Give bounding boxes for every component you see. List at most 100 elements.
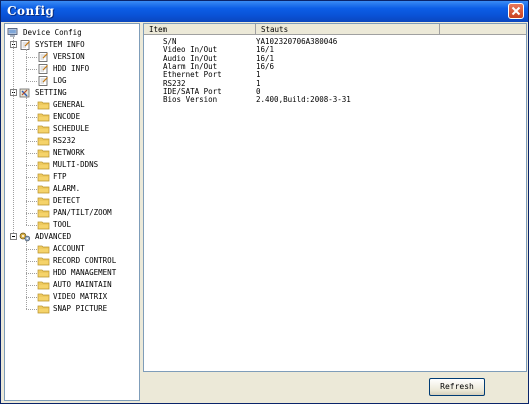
document-icon: [37, 64, 51, 74]
tree-connector: [26, 129, 37, 130]
tree-item-label: RS232: [53, 136, 76, 145]
column-header-item[interactable]: Item: [144, 24, 256, 35]
folder-icon: [37, 148, 51, 158]
info-item-label: Bios Version: [163, 95, 218, 105]
tree-item-label: FTP: [53, 172, 67, 181]
folder-icon: [37, 184, 51, 194]
tree-item-label: MULTI-DDNS: [53, 160, 99, 169]
tree-connector: [13, 37, 14, 233]
folder-icon: [37, 256, 51, 266]
tree-item-label: DETECT: [53, 196, 81, 205]
tree-item-label: ACCOUNT: [53, 244, 85, 253]
tree-item-tool[interactable]: TOOL: [37, 219, 71, 231]
info-table: Item Stauts S/N YA102320706A380046 Video I…: [143, 23, 527, 372]
tree-root-device-config[interactable]: Device Config: [7, 27, 82, 39]
tree-connector: [26, 225, 37, 226]
tree-item-label: AUTO MAINTAIN: [53, 280, 112, 289]
close-icon: [511, 6, 521, 16]
tree-item-label: HDD INFO: [53, 64, 90, 73]
tree-item-label: VIDEO MATRIX: [53, 292, 108, 301]
advanced-expander[interactable]: [10, 233, 17, 240]
title-bar[interactable]: Config: [1, 1, 528, 22]
tree-item-label: TOOL: [53, 220, 72, 229]
tree-item-log[interactable]: LOG: [37, 75, 67, 87]
folder-icon: [37, 292, 51, 302]
folder-icon: [37, 244, 51, 254]
info-item-value: 1: [256, 70, 261, 80]
tree-item-label: ENCODE: [53, 112, 81, 121]
tree-item-label: VERSION: [53, 52, 85, 61]
tree-node-system-info[interactable]: SYSTEM INFO: [19, 39, 85, 51]
tree-item-label: PAN/TILT/ZOOM: [53, 208, 112, 217]
folder-icon: [37, 304, 51, 314]
window-title: Config: [7, 4, 55, 18]
column-header-status[interactable]: Stauts: [256, 24, 440, 35]
tree-connector: [26, 69, 37, 70]
tree-item-label: LOG: [53, 76, 67, 85]
tree-connector: [26, 273, 37, 274]
tree-connector: [26, 189, 37, 190]
tree-connector: [26, 105, 37, 106]
tree-item-auto-maintain[interactable]: AUTO MAINTAIN: [37, 279, 112, 291]
folder-icon: [37, 136, 51, 146]
tree-connector: [26, 177, 37, 178]
tree-item-label: NETWORK: [53, 148, 85, 157]
tree-item-label: SETTING: [35, 88, 67, 97]
tree-connector: [26, 297, 37, 298]
folder-icon: [37, 268, 51, 278]
tree-item-label: RECORD CONTROL: [53, 256, 117, 265]
tree-connector: [26, 261, 37, 262]
folder-icon: [37, 208, 51, 218]
config-tree[interactable]: Device Config SYSTEM INFO VERSION HDD INFO L…: [4, 23, 140, 401]
tree-connector: [26, 97, 27, 225]
action-bar: Refresh: [143, 372, 527, 401]
tree-item-hdd-info[interactable]: HDD INFO: [37, 63, 89, 75]
tree-item-detect[interactable]: DETECT: [37, 195, 80, 207]
tree-item-multi-ddns[interactable]: MULTI-DDNS: [37, 159, 98, 171]
tree-item-schedule[interactable]: SCHEDULE: [37, 123, 89, 135]
tree-item-hdd-management[interactable]: HDD MANAGEMENT: [37, 267, 116, 279]
refresh-button[interactable]: Refresh: [429, 378, 485, 396]
tree-item-alarm[interactable]: ALARM.: [37, 183, 80, 195]
tree-connector: [26, 241, 27, 309]
tree-item-label: ALARM.: [53, 184, 81, 193]
tree-item-label: SYSTEM INFO: [35, 40, 85, 49]
tree-item-version[interactable]: VERSION: [37, 51, 85, 63]
folder-icon: [37, 172, 51, 182]
tree-item-ftp[interactable]: FTP: [37, 171, 67, 183]
tree-item-label: SNAP PICTURE: [53, 304, 108, 313]
tree-item-label: ADVANCED: [35, 232, 72, 241]
tree-connector: [26, 117, 37, 118]
tree-connector: [26, 249, 37, 250]
config-window: Config Device Config SYSTEM INFO VERSION HD…: [0, 0, 529, 404]
column-header-blank: [440, 24, 526, 35]
tree-item-rs232[interactable]: RS232: [37, 135, 76, 147]
tree-item-record-control[interactable]: RECORD CONTROL: [37, 255, 116, 267]
tree-connector: [26, 153, 37, 154]
tree-item-video-matrix[interactable]: VIDEO MATRIX: [37, 291, 107, 303]
tree-connector: [26, 141, 37, 142]
tree-item-general[interactable]: GENERAL: [37, 99, 85, 111]
tree-connector: [26, 57, 37, 58]
info-item-value: 2.400,Build:2008-3-31: [256, 95, 351, 105]
tree-item-pan-tilt-zoom[interactable]: PAN/TILT/ZOOM: [37, 207, 112, 219]
tree-item-network[interactable]: NETWORK: [37, 147, 85, 159]
folder-icon: [37, 112, 51, 122]
folder-icon: [37, 124, 51, 134]
tree-connector: [26, 213, 37, 214]
folder-icon: [37, 196, 51, 206]
tree-connector: [26, 201, 37, 202]
tree-item-encode[interactable]: ENCODE: [37, 111, 80, 123]
tree-connector: [26, 165, 37, 166]
info-item-label: Ethernet Port: [163, 70, 222, 80]
folder-icon: [37, 100, 51, 110]
folder-icon: [37, 160, 51, 170]
tree-item-label: Device Config: [23, 28, 82, 37]
tree-item-account[interactable]: ACCOUNT: [37, 243, 85, 255]
document-icon: [37, 76, 51, 86]
tree-connector: [26, 309, 37, 310]
tree-item-snap-picture[interactable]: SNAP PICTURE: [37, 303, 107, 315]
folder-icon: [37, 220, 51, 230]
close-button[interactable]: [508, 3, 524, 19]
tree-connector: [26, 285, 37, 286]
